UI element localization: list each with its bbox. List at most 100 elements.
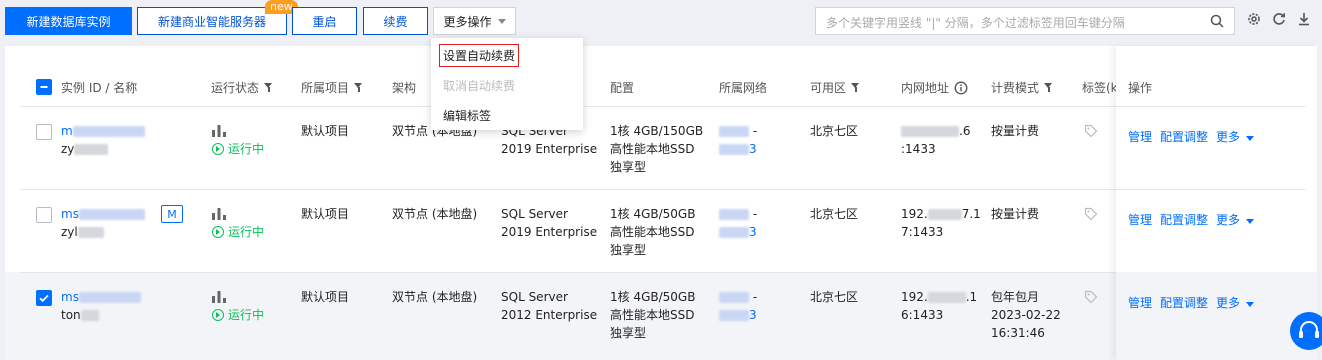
more-link[interactable]: 更多: [1216, 211, 1255, 228]
more-actions-label: 更多操作: [443, 14, 492, 29]
row-checkbox[interactable]: [36, 207, 52, 223]
network-subnet[interactable]: 3: [719, 140, 757, 158]
col-zone[interactable]: 可用区: [810, 79, 860, 96]
instance-id[interactable]: ms: [61, 288, 141, 306]
info-icon[interactable]: [954, 81, 968, 95]
instance-name: zyl: [61, 223, 104, 241]
billing-mode: 包年包月: [991, 290, 1040, 304]
resize-link[interactable]: 配置调整: [1160, 294, 1208, 311]
col-tags: 标签(k: [1082, 81, 1118, 95]
zone: 北京七区: [810, 207, 859, 221]
ip-line-2: 7:1433: [901, 225, 944, 239]
config-spec: 1核 4GB/150GB: [610, 124, 704, 138]
ip-line-2: :1433: [901, 142, 936, 156]
search-placeholder: 多个关键字用竖线 "|" 分隔，多个过滤标签用回车键分隔: [826, 16, 1125, 30]
version-line-2: 2019 Enterprise: [501, 142, 598, 156]
restart-button[interactable]: 重启: [292, 7, 357, 35]
col-project[interactable]: 所属项目: [301, 79, 363, 96]
tag-icon[interactable]: [1084, 290, 1098, 304]
zone: 北京七区: [810, 124, 859, 138]
row-checkbox[interactable]: [36, 290, 52, 306]
project: 默认项目: [301, 290, 350, 304]
manage-link[interactable]: 管理: [1128, 294, 1152, 311]
download-icon[interactable]: [1296, 11, 1312, 27]
tag-icon[interactable]: [1084, 124, 1098, 138]
headset-icon: [1299, 321, 1319, 338]
billing-date: 2023-02-22: [991, 308, 1061, 322]
tag-icon[interactable]: [1084, 207, 1098, 221]
row-actions: 管理 配置调整 更多: [1128, 211, 1255, 228]
col-id-name: 实例 ID / 名称: [61, 81, 138, 95]
config-spec: 1核 4GB/50GB: [610, 207, 696, 221]
menu-item-disable-auto-renew: 取消自动续费: [443, 79, 516, 93]
network-subnet[interactable]: 3: [719, 223, 757, 241]
zone: 北京七区: [810, 290, 859, 304]
more-link[interactable]: 更多: [1216, 294, 1255, 311]
config-disk: 高性能本地SSD: [610, 225, 695, 239]
network-vpc[interactable]: -: [719, 122, 757, 140]
col-billing[interactable]: 计费模式: [991, 79, 1053, 96]
instance-id[interactable]: m: [61, 122, 145, 140]
ip-line-1: 192. .1: [901, 290, 978, 304]
manage-link[interactable]: 管理: [1128, 211, 1152, 228]
operations-column: 操作 管理 配置调整 更多 管理 配置调整 更多 管理 配置调整 更多: [1116, 46, 1317, 360]
play-circle-icon: [212, 308, 224, 321]
new-instance-button[interactable]: 新建数据库实例: [5, 7, 132, 35]
row-actions: 管理 配置调整 更多: [1128, 128, 1255, 145]
project: 默认项目: [301, 124, 350, 138]
billing-mode: 按量计费: [991, 207, 1040, 221]
filter-icon[interactable]: [851, 83, 860, 92]
config-type: 独享型: [610, 326, 647, 340]
status-badge: 运行中: [212, 223, 264, 240]
manage-link[interactable]: 管理: [1128, 128, 1152, 145]
row-checkbox[interactable]: [36, 124, 52, 140]
config-type: 独享型: [610, 160, 647, 174]
network-vpc[interactable]: -: [719, 205, 757, 223]
ip-line-1: 192. 7.1: [901, 207, 981, 221]
config-disk: 高性能本地SSD: [610, 142, 695, 156]
more-actions-button[interactable]: 更多操作: [433, 7, 516, 35]
more-link[interactable]: 更多: [1216, 128, 1255, 145]
filter-icon[interactable]: [1044, 83, 1053, 92]
resize-link[interactable]: 配置调整: [1160, 211, 1208, 228]
arch: 双节点 (本地盘): [392, 207, 478, 221]
col-ops: 操作: [1128, 81, 1153, 95]
filter-icon[interactable]: [354, 83, 363, 92]
refresh-icon[interactable]: [1271, 11, 1287, 27]
chevron-down-icon: [1246, 136, 1255, 141]
network-vpc[interactable]: -: [719, 288, 757, 306]
search-icon[interactable]: [1210, 14, 1224, 28]
renew-button[interactable]: 续费: [363, 7, 428, 35]
ip-line-1: .6: [901, 122, 970, 140]
gear-icon[interactable]: [1246, 11, 1262, 27]
monitor-chart-icon[interactable]: [212, 208, 226, 220]
config-spec: 1核 4GB/50GB: [610, 290, 696, 304]
filter-icon[interactable]: [264, 83, 273, 92]
billing-mode: 按量计费: [991, 124, 1040, 138]
monitor-chart-icon[interactable]: [212, 125, 226, 137]
chevron-down-icon: [497, 18, 506, 24]
search-input[interactable]: 多个关键字用竖线 "|" 分隔，多个过滤标签用回车键分隔: [815, 7, 1235, 35]
version-line-2: 2019 Enterprise: [501, 225, 598, 239]
col-arch: 架构: [392, 81, 417, 95]
instance-id[interactable]: ms: [61, 205, 145, 223]
select-all-checkbox[interactable]: [36, 79, 52, 95]
config-disk: 高性能本地SSD: [610, 308, 695, 322]
col-status[interactable]: 运行状态: [211, 79, 273, 96]
menu-item-enable-auto-renew[interactable]: 设置自动续费: [439, 44, 520, 67]
resize-link[interactable]: 配置调整: [1160, 128, 1208, 145]
status-badge: 运行中: [212, 306, 264, 323]
instance-table: 实例 ID / 名称 运行状态 所属项目 架构 配置 所属网络 可用区 内网地址…: [5, 46, 1317, 360]
col-network: 所属网络: [719, 81, 768, 95]
col-config: 配置: [610, 81, 635, 95]
support-button[interactable]: [1290, 312, 1322, 350]
config-type: 独享型: [610, 243, 647, 257]
version-line-1: SQL Server: [501, 290, 568, 304]
play-circle-icon: [212, 225, 224, 238]
arch: 双节点 (本地盘): [392, 290, 478, 304]
menu-item-edit-tags[interactable]: 编辑标签: [443, 107, 491, 124]
instance-name: zy: [61, 140, 109, 158]
status-badge: 运行中: [212, 140, 264, 157]
monitor-chart-icon[interactable]: [212, 291, 226, 303]
network-subnet[interactable]: 3: [719, 306, 757, 324]
